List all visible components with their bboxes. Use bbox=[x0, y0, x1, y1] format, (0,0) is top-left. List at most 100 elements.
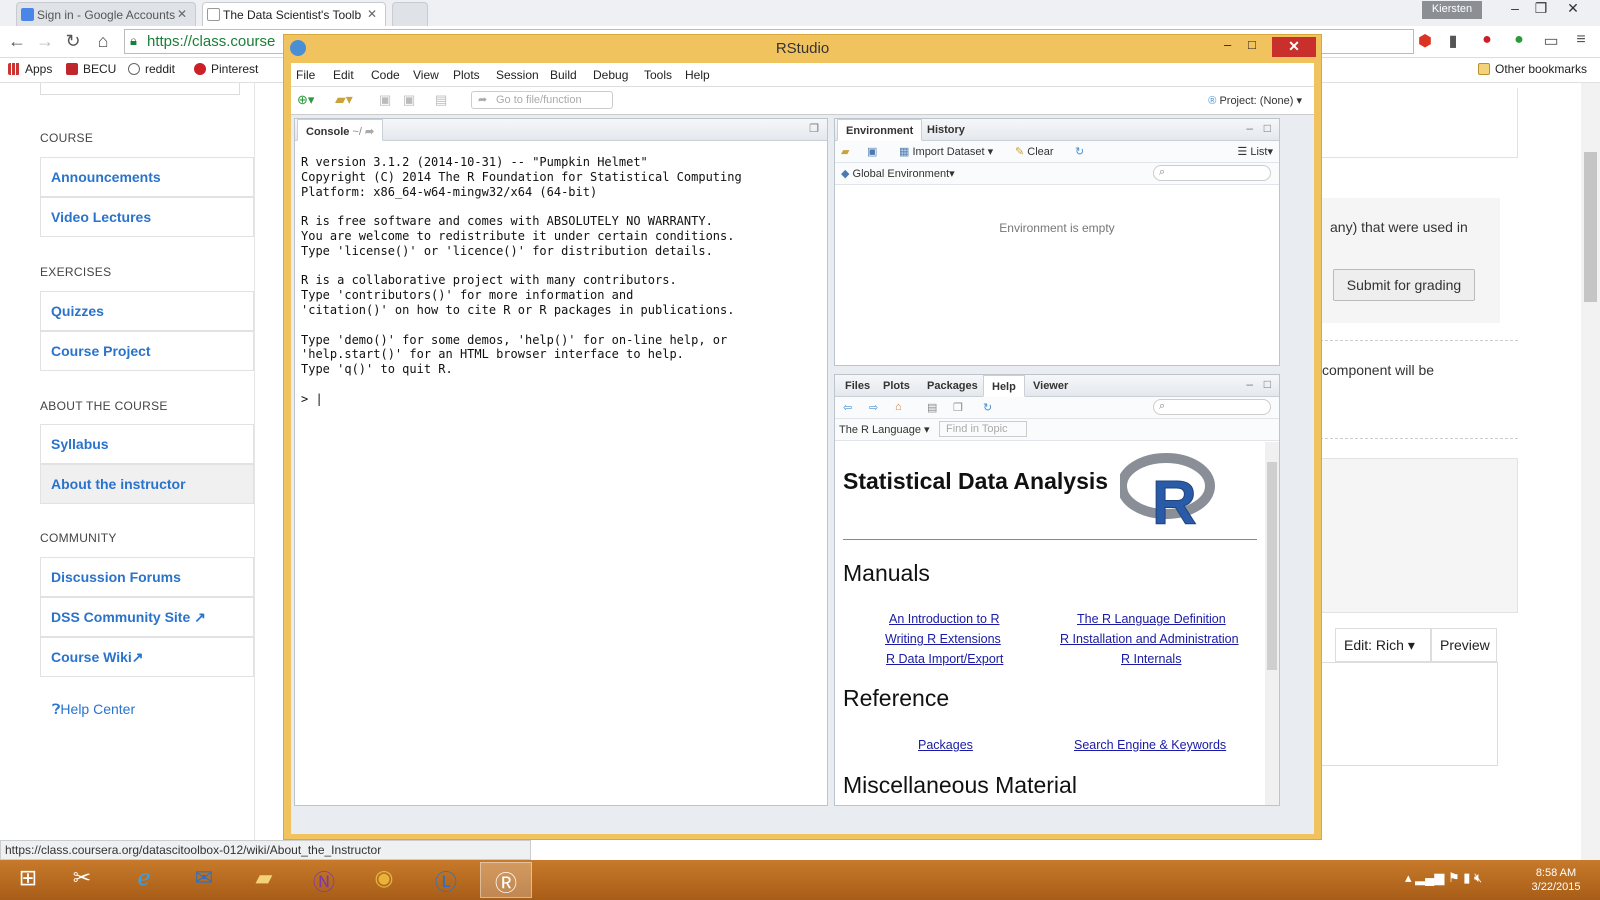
tab-environment[interactable]: Environment bbox=[837, 119, 923, 141]
onenote-icon[interactable]: Ⓝ bbox=[298, 862, 350, 898]
help-content[interactable]: Statistical Data Analysis R Manuals An I… bbox=[835, 442, 1265, 805]
link-intro-to-r[interactable]: An Introduction to R bbox=[889, 612, 999, 626]
menu-plots[interactable]: Plots bbox=[453, 68, 480, 82]
open-folder-icon[interactable]: ▰▾ bbox=[335, 91, 353, 108]
tab-console[interactable]: Console ~/ ➦ bbox=[297, 119, 384, 141]
scrollbar-thumb[interactable] bbox=[1584, 152, 1597, 302]
tab-viewer[interactable]: Viewer bbox=[1025, 375, 1076, 397]
sidebar-item-course-wiki[interactable]: Course Wiki↗ bbox=[40, 637, 254, 677]
project-menu[interactable]: ® Project: (None) ▾ bbox=[1208, 94, 1302, 107]
home-icon[interactable]: ⌂ bbox=[92, 31, 114, 52]
sidebar-item-discussion-forums[interactable]: Discussion Forums bbox=[40, 557, 254, 597]
outlook-icon[interactable]: ✉ bbox=[178, 862, 230, 898]
system-tray-icons[interactable]: ▴ ▂▄▆ ⚑ ▮ 🔇︎ bbox=[1405, 870, 1482, 886]
snipping-tool-icon[interactable]: ✂ bbox=[56, 862, 108, 898]
start-windows-icon[interactable]: ⊞ bbox=[2, 862, 54, 898]
tab-help[interactable]: Help bbox=[983, 375, 1025, 397]
print-icon[interactable]: ▤ bbox=[435, 92, 447, 108]
link-writing-r-extensions[interactable]: Writing R Extensions bbox=[885, 632, 1001, 646]
tab-data-scientist-toolbox[interactable]: The Data Scientist's Toolb ✕ bbox=[202, 2, 386, 26]
sidebar-item-about-instructor[interactable]: About the instructor bbox=[40, 464, 254, 504]
maximize-pane-icon[interactable]: □ bbox=[1264, 121, 1271, 135]
menu-build[interactable]: Build bbox=[550, 68, 577, 82]
sidebar-item-quizzes[interactable]: Quizzes bbox=[40, 291, 254, 331]
sidebar-item-dss-community[interactable]: DSS Community Site ↗ bbox=[40, 597, 254, 637]
link-packages[interactable]: Packages bbox=[918, 738, 973, 752]
save-workspace-icon[interactable]: ▣ bbox=[867, 145, 877, 158]
save-all-icon[interactable]: ▣ bbox=[403, 92, 415, 108]
restore-pane-icon[interactable]: ❐ bbox=[809, 122, 819, 135]
minimize-pane-icon[interactable]: – bbox=[1246, 377, 1253, 391]
tab-google-signin[interactable]: Sign in - Google Accounts ✕ bbox=[16, 2, 196, 26]
goto-dir-icon[interactable]: ➦ bbox=[365, 126, 374, 138]
new-file-icon[interactable]: ⊕▾ bbox=[297, 92, 314, 108]
link-search-engine-keywords[interactable]: Search Engine & Keywords bbox=[1074, 738, 1226, 752]
open-window-icon[interactable]: ❐ bbox=[953, 401, 963, 414]
environment-search[interactable]: ⌕ bbox=[1153, 165, 1271, 181]
refresh-icon[interactable]: ↻ bbox=[983, 401, 992, 414]
pinterest-extension-icon[interactable]: ● bbox=[1476, 31, 1498, 49]
minimize-pane-icon[interactable]: – bbox=[1246, 121, 1253, 135]
console-output[interactable]: R version 3.1.2 (2014-10-31) -- "Pumpkin… bbox=[301, 155, 831, 407]
sidebar-item-course-project[interactable]: Course Project bbox=[40, 331, 254, 371]
sidebar-item-video-lectures[interactable]: Video Lectures bbox=[40, 197, 254, 237]
evernote-extension-icon[interactable]: ● bbox=[1508, 31, 1530, 49]
topic-select[interactable]: The R Language ▾ bbox=[839, 423, 930, 436]
clear-button[interactable]: ✎ Clear bbox=[1015, 145, 1054, 158]
find-in-topic-input[interactable]: Find in Topic bbox=[939, 421, 1027, 437]
home-icon[interactable]: ⌂ bbox=[895, 401, 902, 413]
tab-history[interactable]: History bbox=[919, 119, 973, 141]
restore-icon[interactable]: ❐ bbox=[1528, 0, 1554, 17]
close-tab-icon[interactable]: ✕ bbox=[367, 7, 377, 21]
sidebar-item-syllabus[interactable]: Syllabus bbox=[40, 424, 254, 464]
rstudio-taskbar-icon[interactable]: Ⓡ bbox=[480, 862, 532, 898]
link-r-internals[interactable]: R Internals bbox=[1121, 652, 1181, 666]
back-arrow-icon[interactable]: ← bbox=[6, 31, 28, 52]
internet-explorer-icon[interactable]: ℯ bbox=[118, 862, 170, 898]
new-tab-button[interactable] bbox=[392, 2, 428, 26]
help-search[interactable]: ⌕ bbox=[1153, 399, 1271, 415]
menu-file[interactable]: File bbox=[296, 68, 315, 82]
menu-view[interactable]: View bbox=[413, 68, 439, 82]
tab-files[interactable]: Files bbox=[837, 375, 878, 397]
close-tab-icon[interactable]: ✕ bbox=[177, 7, 187, 21]
bookmark-apps[interactable]: Apps bbox=[8, 62, 52, 76]
bookmark-pinterest[interactable]: Pinterest bbox=[194, 62, 258, 76]
close-window-icon[interactable]: ✕ bbox=[1560, 0, 1586, 17]
help-center-link[interactable]: ❓︎Help Center bbox=[52, 701, 135, 718]
close-window-icon[interactable]: ✕ bbox=[1272, 37, 1316, 57]
bookmark-becu[interactable]: BECU bbox=[66, 62, 116, 76]
menu-tools[interactable]: Tools bbox=[644, 68, 672, 82]
menu-help[interactable]: Help bbox=[685, 68, 710, 82]
menu-edit[interactable]: Edit bbox=[333, 68, 354, 82]
lync-icon[interactable]: Ⓛ bbox=[420, 862, 472, 898]
menu-session[interactable]: Session bbox=[496, 68, 539, 82]
adblock-extension-icon[interactable]: ⬢ bbox=[1414, 31, 1436, 51]
load-workspace-icon[interactable]: ▰ bbox=[841, 145, 849, 158]
help-scrollbar[interactable] bbox=[1265, 442, 1279, 805]
cast-icon[interactable]: ▭ bbox=[1540, 31, 1562, 51]
sidebar-item-announcements[interactable]: Announcements bbox=[40, 157, 254, 197]
maximize-pane-icon[interactable]: □ bbox=[1264, 377, 1271, 391]
profile-badge[interactable]: Kiersten bbox=[1422, 1, 1482, 19]
link-r-language-definition[interactable]: The R Language Definition bbox=[1077, 612, 1226, 626]
forward-arrow-icon[interactable]: ⇨ bbox=[869, 401, 878, 414]
chrome-icon[interactable]: ◉ bbox=[358, 862, 410, 898]
refresh-icon[interactable]: ↻ bbox=[1075, 145, 1084, 158]
go-to-file-input[interactable]: ➦ Go to file/function bbox=[471, 91, 613, 109]
edit-mode-select[interactable]: Edit: Rich ▾ bbox=[1335, 628, 1431, 662]
tab-plots[interactable]: Plots bbox=[875, 375, 918, 397]
minimize-icon[interactable]: – bbox=[1502, 0, 1528, 16]
help-scrollbar-thumb[interactable] bbox=[1267, 462, 1277, 670]
other-bookmarks[interactable]: Other bookmarks bbox=[1478, 62, 1587, 76]
maximize-icon[interactable]: □ bbox=[1248, 37, 1256, 52]
preview-tab[interactable]: Preview bbox=[1431, 628, 1497, 662]
global-env-select[interactable]: ◆ Global Environment▾ bbox=[841, 167, 955, 180]
link-r-data-import-export[interactable]: R Data Import/Export bbox=[886, 652, 1003, 666]
menu-debug[interactable]: Debug bbox=[593, 68, 628, 82]
bookmark-reddit[interactable]: reddit bbox=[128, 62, 175, 76]
file-explorer-icon[interactable]: ▰ bbox=[238, 862, 290, 898]
menu-code[interactable]: Code bbox=[371, 68, 400, 82]
extension-icon[interactable]: ▮ bbox=[1442, 31, 1464, 51]
answer-textarea[interactable] bbox=[1320, 662, 1498, 766]
